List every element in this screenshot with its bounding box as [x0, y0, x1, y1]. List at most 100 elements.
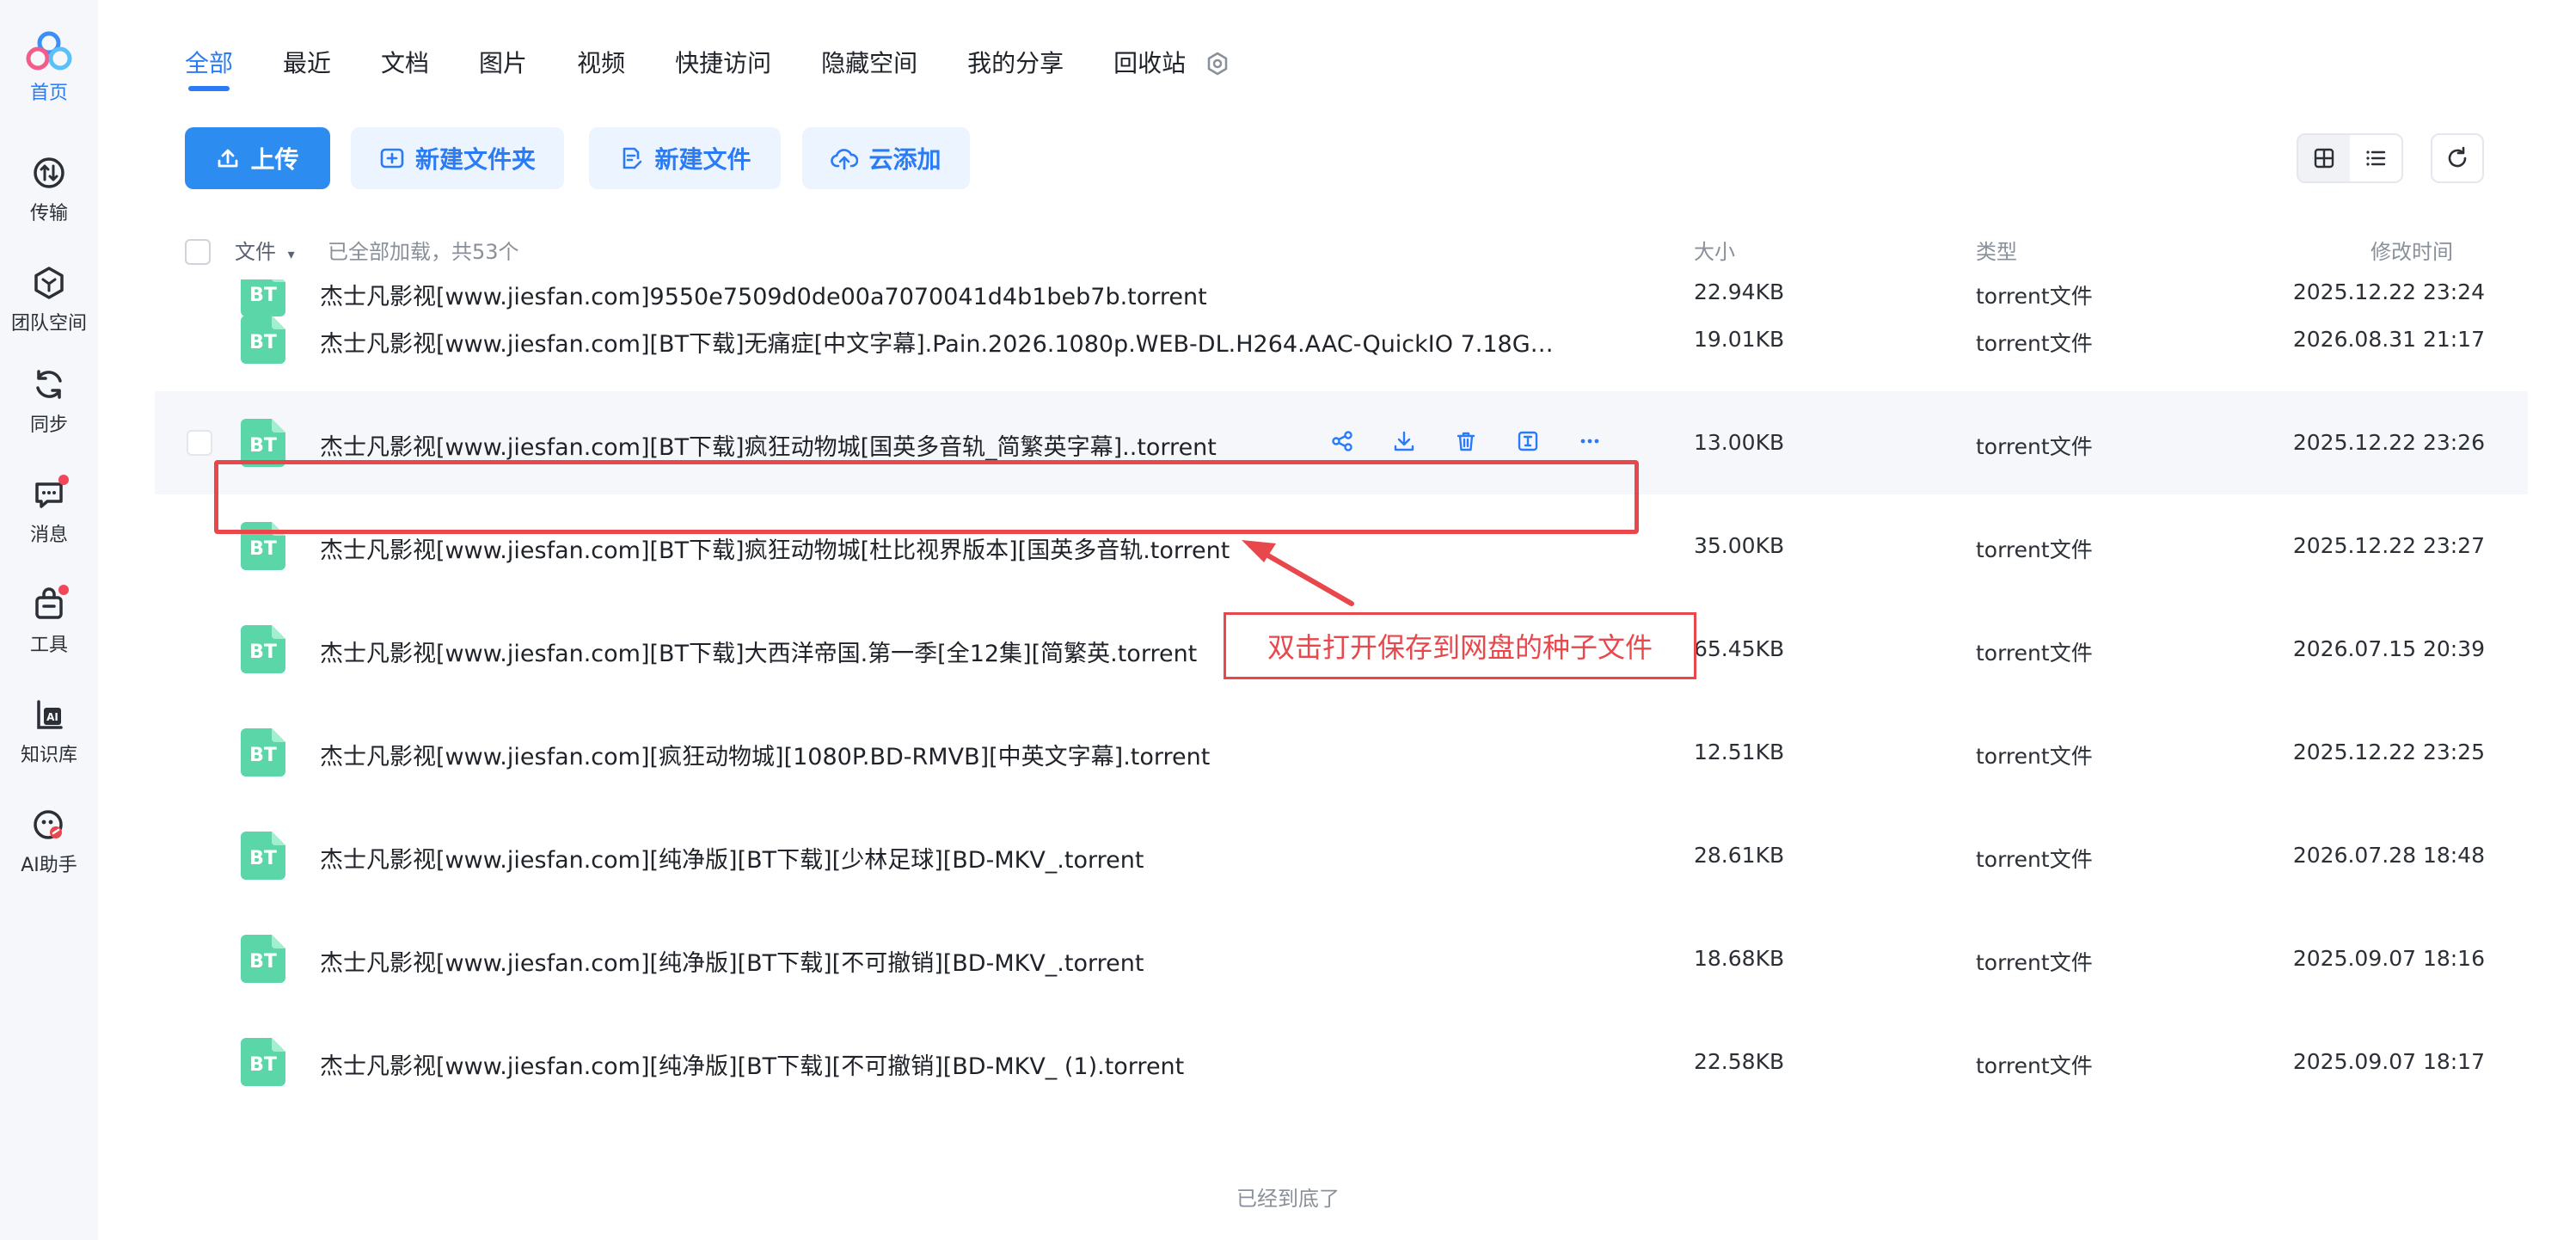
sidebar: 首页 传输 团队空间 同步 消息 工具 AI 知识库 AI助手	[0, 0, 98, 1240]
file-modified-time: 2025.09.07 18:16	[2292, 946, 2485, 971]
message-icon	[29, 475, 69, 514]
svg-text:BT: BT	[249, 848, 277, 869]
new-folder-button[interactable]: 新建文件夹	[351, 127, 564, 189]
file-row[interactable]: BT 杰士凡影视[www.jiesfan.com][BT下载]无痛症[中文字幕].…	[155, 288, 2528, 391]
file-name[interactable]: 杰士凡影视[www.jiesfan.com][BT下载]疯狂动物城[国英多音轨_…	[320, 428, 1217, 462]
svg-text:BT: BT	[249, 538, 277, 560]
file-size: 35.00KB	[1694, 533, 1785, 558]
more-icon[interactable]	[1559, 429, 1621, 453]
sidebar-item-knowledge-base[interactable]: AI 知识库	[0, 695, 98, 789]
file-name[interactable]: 杰士凡影视[www.jiesfan.com][BT下载]疯狂动物城[杜比视界版本…	[320, 531, 1230, 565]
file-name[interactable]: 杰士凡影视[www.jiesfan.com][BT下载]无痛症[中文字幕].Pa…	[320, 325, 1554, 359]
file-modified-time: 2025.12.22 23:26	[2292, 430, 2485, 455]
file-name[interactable]: 杰士凡影视[www.jiesfan.com][纯净版][BT下载][不可撤销][…	[320, 944, 1144, 978]
file-modified-time: 2026.08.31 21:17	[2292, 327, 2485, 352]
file-name[interactable]: 杰士凡影视[www.jiesfan.com][纯净版][BT下载][少林足球][…	[320, 841, 1144, 875]
bt-file-icon: BT	[241, 316, 285, 364]
file-modified-time: 2025.12.22 23:25	[2292, 740, 2485, 764]
file-name[interactable]: 杰士凡影视[www.jiesfan.com][疯狂动物城][1080P.BD-R…	[320, 738, 1210, 771]
file-type: torrent文件	[1976, 744, 2093, 769]
file-size: 12.51KB	[1694, 740, 1785, 764]
list-view-button[interactable]	[2350, 135, 2401, 181]
refresh-button[interactable]	[2431, 133, 2484, 183]
sidebar-item-home[interactable]: 首页	[0, 31, 98, 126]
annotation-arrow-icon	[1242, 540, 1354, 606]
file-row[interactable]: BT 杰士凡影视[www.jiesfan.com][纯净版][BT下载][不可撤销…	[155, 1010, 2528, 1114]
file-size: 65.45KB	[1694, 636, 1785, 661]
sort-by-file-header[interactable]: 文件 ▾	[235, 235, 295, 269]
highlight-box	[214, 460, 1639, 534]
file-type: torrent文件	[1976, 1053, 2093, 1078]
cloud-logo-icon	[23, 31, 75, 72]
sidebar-item-label: 知识库	[20, 745, 77, 766]
share-icon[interactable]	[1311, 429, 1373, 453]
modified-header[interactable]: 修改时间	[2371, 235, 2453, 269]
file-name[interactable]: 杰士凡影视[www.jiesfan.com][纯净版][BT下载][不可撤销][…	[320, 1047, 1184, 1081]
download-icon[interactable]	[1373, 429, 1435, 453]
bt-file-icon: BT	[241, 625, 285, 673]
gear-icon[interactable]	[1205, 51, 1230, 77]
sidebar-item-label: 传输	[29, 203, 68, 224]
file-type: torrent文件	[1976, 331, 2093, 356]
end-of-list-note: 已经到底了	[1236, 1187, 1340, 1211]
sidebar-item-label: 消息	[29, 525, 68, 546]
grid-view-button[interactable]	[2298, 135, 2350, 181]
tab-documents[interactable]: 文档	[381, 45, 429, 83]
bt-file-icon: BT	[241, 1038, 285, 1086]
type-header[interactable]: 类型	[1976, 235, 2017, 269]
tab-recent[interactable]: 最近	[283, 45, 331, 83]
tab-all[interactable]: 全部	[185, 45, 233, 91]
delete-icon[interactable]	[1435, 429, 1497, 453]
view-mode-toggle	[2297, 133, 2403, 183]
new-file-icon	[623, 147, 642, 169]
new-folder-button-label: 新建文件夹	[414, 145, 536, 174]
sidebar-item-ai-assistant[interactable]: AI助手	[0, 805, 98, 899]
tab-images[interactable]: 图片	[479, 45, 527, 83]
size-header[interactable]: 大小	[1694, 235, 1735, 269]
file-type: torrent文件	[1976, 847, 2093, 872]
svg-text:BT: BT	[249, 1054, 277, 1076]
new-folder-icon	[380, 148, 404, 169]
transfer-icon	[29, 153, 69, 193]
tab-hidden-space[interactable]: 隐藏空间	[821, 45, 917, 83]
file-row[interactable]: BT 杰士凡影视[www.jiesfan.com][疯狂动物城][1080P.BD…	[155, 701, 2528, 804]
file-size: 13.00KB	[1694, 430, 1785, 455]
select-all-checkbox[interactable]	[185, 239, 211, 265]
file-row[interactable]: BT 杰士凡影视[www.jiesfan.com][纯净版][BT下载][不可撤销…	[155, 907, 2528, 1010]
sidebar-item-messages[interactable]: 消息	[0, 475, 98, 569]
bt-file-icon: BT	[241, 728, 285, 777]
tab-recycle-bin[interactable]: 回收站	[1113, 45, 1186, 83]
sidebar-item-team-space[interactable]: 团队空间	[0, 263, 98, 358]
file-row[interactable]: BT 杰士凡影视[www.jiesfan.com][纯净版][BT下载][少林足球…	[155, 804, 2528, 907]
row-actions	[1311, 429, 1621, 453]
row-checkbox[interactable]	[187, 430, 212, 456]
svg-text:AI: AI	[46, 711, 58, 723]
sidebar-item-sync[interactable]: 同步	[0, 365, 98, 459]
file-modified-time: 2026.07.15 20:39	[2292, 636, 2485, 661]
ai-assistant-icon	[29, 805, 69, 844]
sidebar-item-transfer[interactable]: 传输	[0, 153, 98, 248]
new-file-button[interactable]: 新建文件	[589, 127, 781, 189]
file-type: torrent文件	[1976, 950, 2093, 975]
rename-icon[interactable]	[1497, 429, 1559, 453]
sidebar-item-label: 工具	[29, 635, 68, 656]
sidebar-item-label: AI助手	[21, 855, 77, 876]
file-modified-time: 2025.12.22 23:27	[2292, 533, 2485, 558]
file-type: torrent文件	[1976, 641, 2093, 666]
upload-button[interactable]: 上传	[185, 127, 330, 189]
tab-quick-access[interactable]: 快捷访问	[675, 45, 771, 83]
file-name[interactable]: 杰士凡影视[www.jiesfan.com][BT下载]大西洋帝国.第一季[全1…	[320, 635, 1197, 668]
file-type: torrent文件	[1976, 537, 2093, 562]
file-size: 22.58KB	[1694, 1049, 1785, 1074]
refresh-icon	[2448, 146, 2467, 168]
upload-icon	[218, 149, 238, 168]
cloud-add-button[interactable]: 云添加	[802, 127, 970, 189]
file-size: 18.68KB	[1694, 946, 1785, 971]
sidebar-item-tools[interactable]: 工具	[0, 585, 98, 679]
file-modified-time: 2025.09.07 18:17	[2292, 1049, 2485, 1074]
file-list: BT 杰士凡影视[www.jiesfan.com]9550e7509d0de00a…	[155, 279, 2528, 1182]
sidebar-item-label: 同步	[29, 414, 68, 436]
tab-my-shares[interactable]: 我的分享	[967, 45, 1064, 83]
tab-videos[interactable]: 视频	[577, 45, 625, 83]
knowledge-base-icon: AI	[29, 695, 69, 734]
